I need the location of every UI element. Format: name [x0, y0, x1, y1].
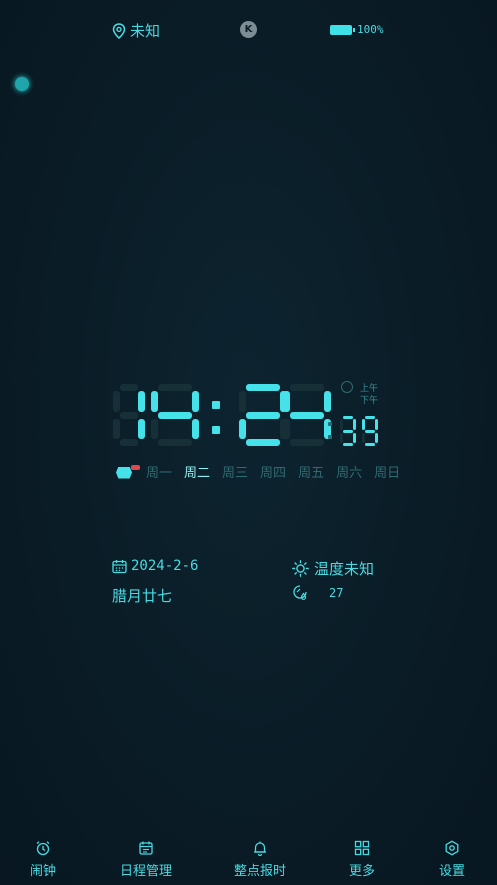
segment-f: [362, 419, 365, 430]
humidity-display: 27: [292, 584, 343, 601]
nav-hourly-chime[interactable]: 整点报时: [234, 840, 286, 879]
location-indicator[interactable]: 未知: [112, 20, 160, 41]
nav-more[interactable]: 更多: [349, 840, 375, 879]
bell-icon: [254, 841, 266, 856]
segment-c: [138, 418, 145, 439]
colon-bottom: [212, 426, 220, 434]
segment-a: [290, 384, 324, 391]
segment-b: [192, 391, 199, 412]
segment-e: [283, 418, 290, 439]
floating-dot-button[interactable]: [15, 77, 29, 91]
segment-a: [246, 384, 280, 391]
segment-g: [158, 411, 192, 419]
nav-settings-label: 设置: [439, 864, 466, 879]
segment-d: [343, 443, 353, 446]
seconds-tens-digit: [340, 416, 358, 446]
segment-d: [290, 439, 324, 446]
segment-c: [192, 418, 199, 439]
weekday-sun: 周日: [374, 466, 401, 481]
nav-schedule[interactable]: 日程管理: [120, 840, 172, 879]
settings-icon: [445, 840, 459, 856]
am-pm-indicator: 上午 下午: [360, 383, 378, 407]
location-pin-icon: [112, 22, 126, 39]
nav-settings[interactable]: 设置: [439, 840, 465, 879]
segment-g: [246, 411, 280, 419]
am-label: 上午: [360, 384, 379, 394]
app-badge-text: K: [244, 24, 253, 35]
segment-b: [324, 391, 331, 412]
sun-icon: [292, 560, 309, 577]
nav-hourly-chime-label: 整点报时: [234, 864, 287, 879]
bottom-nav: 闹钟 日程管理 整点报时 更多 设置: [0, 840, 497, 885]
weekday-bar: 周一 周二 周三 周四 周五 周六 周日: [116, 462, 412, 481]
nav-alarm[interactable]: 闹钟: [30, 840, 56, 879]
segment-d: [246, 439, 280, 446]
small-alarm-icon: [341, 381, 353, 393]
lunar-date: 腊月廿七: [112, 587, 173, 605]
segment-d: [120, 439, 138, 446]
weekday-mon: 周一: [146, 466, 173, 481]
grid-icon: [354, 840, 370, 856]
nav-schedule-label: 日程管理: [120, 864, 173, 879]
date-text: 2024-2-6: [131, 558, 199, 574]
humidity-text: 27: [329, 585, 344, 600]
colon-top: [212, 401, 220, 409]
temperature-display: 温度未知: [292, 558, 374, 579]
segment-e: [362, 432, 365, 443]
seconds-colon-top: [328, 422, 332, 426]
temperature-text: 温度未知: [314, 560, 375, 578]
segment-a: [120, 384, 138, 391]
segment-e: [239, 418, 246, 439]
seconds-ones-digit: [362, 416, 380, 446]
weekday-thu: 周四: [260, 466, 287, 481]
segment-a: [158, 384, 192, 391]
segment-g: [343, 429, 353, 433]
calendar-icon: [139, 841, 153, 855]
segment-e: [340, 432, 343, 443]
segment-c: [375, 432, 378, 443]
segment-a: [343, 416, 353, 419]
nav-alarm-label: 闹钟: [30, 864, 57, 879]
segment-g: [290, 411, 324, 419]
hour-ones-digit: [151, 384, 199, 446]
segment-f: [283, 391, 290, 412]
minute-tens-digit: [239, 384, 287, 446]
alarm-clock-icon: [36, 841, 50, 856]
date-display: 2024-2-6: [112, 558, 198, 574]
segment-b: [353, 419, 356, 430]
calendar-icon: [112, 559, 127, 573]
segment-f: [113, 391, 120, 412]
segment-g: [365, 429, 375, 433]
segment-f: [151, 391, 158, 412]
weekday-fri: 周五: [298, 466, 325, 481]
segment-b: [375, 419, 378, 430]
pm-label: 下午: [360, 396, 379, 406]
location-text: 未知: [130, 22, 161, 40]
segment-e: [151, 418, 158, 439]
segment-e: [113, 418, 120, 439]
nav-more-label: 更多: [349, 864, 376, 879]
segment-d: [158, 439, 192, 446]
minute-ones-digit: [283, 384, 331, 446]
weekday-wed: 周三: [222, 466, 249, 481]
segment-f: [340, 419, 343, 430]
segment-g: [120, 411, 138, 419]
battery-icon: [330, 24, 355, 35]
weekday-tue: 周二: [184, 466, 211, 481]
humidity-icon: [293, 585, 307, 600]
segment-c: [353, 432, 356, 443]
battery-text: 100%: [357, 23, 384, 36]
app-badge-icon: K: [240, 21, 257, 38]
battery-indicator: 100%: [330, 23, 384, 36]
segment-a: [365, 416, 375, 419]
segment-d: [365, 443, 375, 446]
segment-f: [239, 391, 246, 412]
segment-b: [138, 391, 145, 412]
seconds-colon-bottom: [328, 435, 332, 439]
weekday-sat: 周六: [336, 466, 363, 481]
weekday-badge-icon: [116, 464, 140, 479]
